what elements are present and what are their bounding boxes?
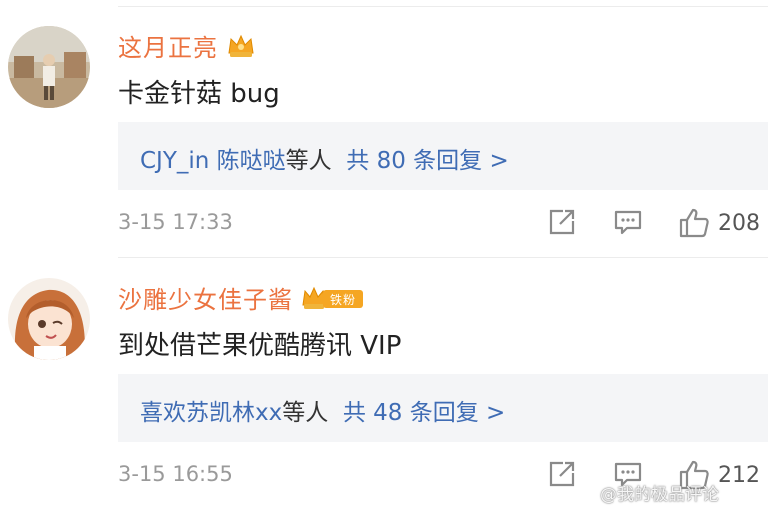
share-button[interactable] xyxy=(547,459,577,493)
share-icon xyxy=(549,461,575,487)
replies-summary[interactable]: 喜欢苏凯林xx等人 共 48 条回复 > xyxy=(140,393,505,427)
reply-suffix: 等人 xyxy=(285,148,332,174)
like-count: 212 xyxy=(718,462,760,488)
username[interactable]: 这月正亮 xyxy=(118,28,256,65)
comment-time: 3-15 17:33 xyxy=(118,210,233,234)
replies-summary[interactable]: CJY_in 陈哒哒等人 共 80 条回复 > xyxy=(140,141,509,175)
share-icon xyxy=(549,209,575,235)
comment-item: 这月正亮 卡金针菇 bug CJY_in 陈哒哒等人 共 80 条回复 > 3-… xyxy=(0,0,768,258)
reply-count-link[interactable]: 共 80 条回复 > xyxy=(346,148,508,174)
crown-badge-icon[interactable] xyxy=(226,33,256,65)
comment-time: 3-15 16:55 xyxy=(118,462,233,486)
replies-preview[interactable]: CJY_in 陈哒哒等人 共 80 条回复 > xyxy=(118,122,768,190)
username[interactable]: 沙雕少女佳子酱 铁粉 xyxy=(118,280,365,317)
username-text[interactable]: 沙雕少女佳子酱 xyxy=(118,286,293,314)
reply-count-link[interactable]: 共 48 条回复 > xyxy=(343,400,505,426)
comment-icon xyxy=(614,210,642,235)
comment-button[interactable] xyxy=(613,207,643,241)
like-count: 208 xyxy=(718,210,760,236)
avatar[interactable] xyxy=(8,278,90,360)
avatar[interactable] xyxy=(8,26,90,108)
username-text[interactable]: 这月正亮 xyxy=(118,34,218,62)
reply-users-link[interactable]: CJY_in 陈哒哒 xyxy=(140,148,286,174)
replies-preview[interactable]: 喜欢苏凯林xx等人 共 48 条回复 > xyxy=(118,374,768,442)
share-button[interactable] xyxy=(547,207,577,241)
comment-text: 到处借芒果优酷腾讯 VIP xyxy=(118,331,402,361)
like-button[interactable]: 208 xyxy=(678,207,760,239)
fan-badge[interactable]: 铁粉 xyxy=(301,285,365,317)
watermark: @我的极品评论 xyxy=(600,485,719,505)
reply-users-link[interactable]: 喜欢苏凯林xx xyxy=(140,400,282,426)
thumbs-up-icon xyxy=(679,208,709,238)
reply-suffix: 等人 xyxy=(282,400,329,426)
fan-badge-text: 铁粉 xyxy=(330,293,356,307)
comment-item: 沙雕少女佳子酱 铁粉 到处借芒果优酷腾讯 VIP 喜欢苏凯林xx等人 共 48 … xyxy=(0,252,768,510)
comment-text: 卡金针菇 bug xyxy=(118,79,280,109)
